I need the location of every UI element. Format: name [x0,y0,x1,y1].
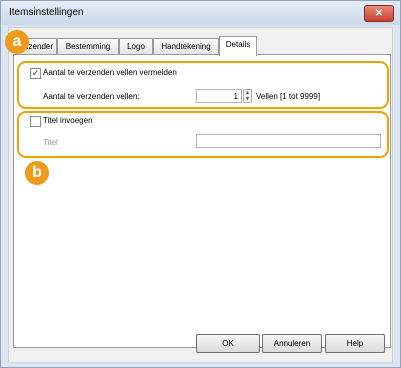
tab-bestemming[interactable]: Bestemming [57,38,119,55]
pages-range-label: Vellen [1 tot 9999] [256,92,321,101]
pages-count-checkbox[interactable]: ✓ [30,68,41,79]
title-input[interactable] [196,134,381,148]
tab-logo[interactable]: Logo [119,38,153,55]
callout-b: b [25,161,49,185]
pages-count-input[interactable]: 1 [196,89,242,103]
title-checkbox[interactable] [30,116,41,127]
close-button[interactable]: ✕ [364,5,394,22]
pages-count-checkbox-label: Aantal te verzenden vellen vermelden [43,68,177,77]
ok-button[interactable]: OK [196,334,260,353]
cancel-button[interactable]: Annuleren [262,334,322,353]
tab-handtekening[interactable]: Handtekening [153,38,219,55]
pages-count-spinner[interactable]: ▲ ▼ [243,89,252,103]
tab-details[interactable]: Details [219,36,257,56]
title-field-label: Titel [43,138,58,147]
window-title: Itemsinstellingen [9,7,84,18]
title-bar: Itemsinstellingen ✕ [1,1,400,25]
help-button[interactable]: Help [325,334,385,353]
pages-count-field-label: Aantal te verzenden vellen: [43,92,140,101]
title-checkbox-label: Titel invoegen [43,116,93,125]
callout-a: a [5,30,29,54]
